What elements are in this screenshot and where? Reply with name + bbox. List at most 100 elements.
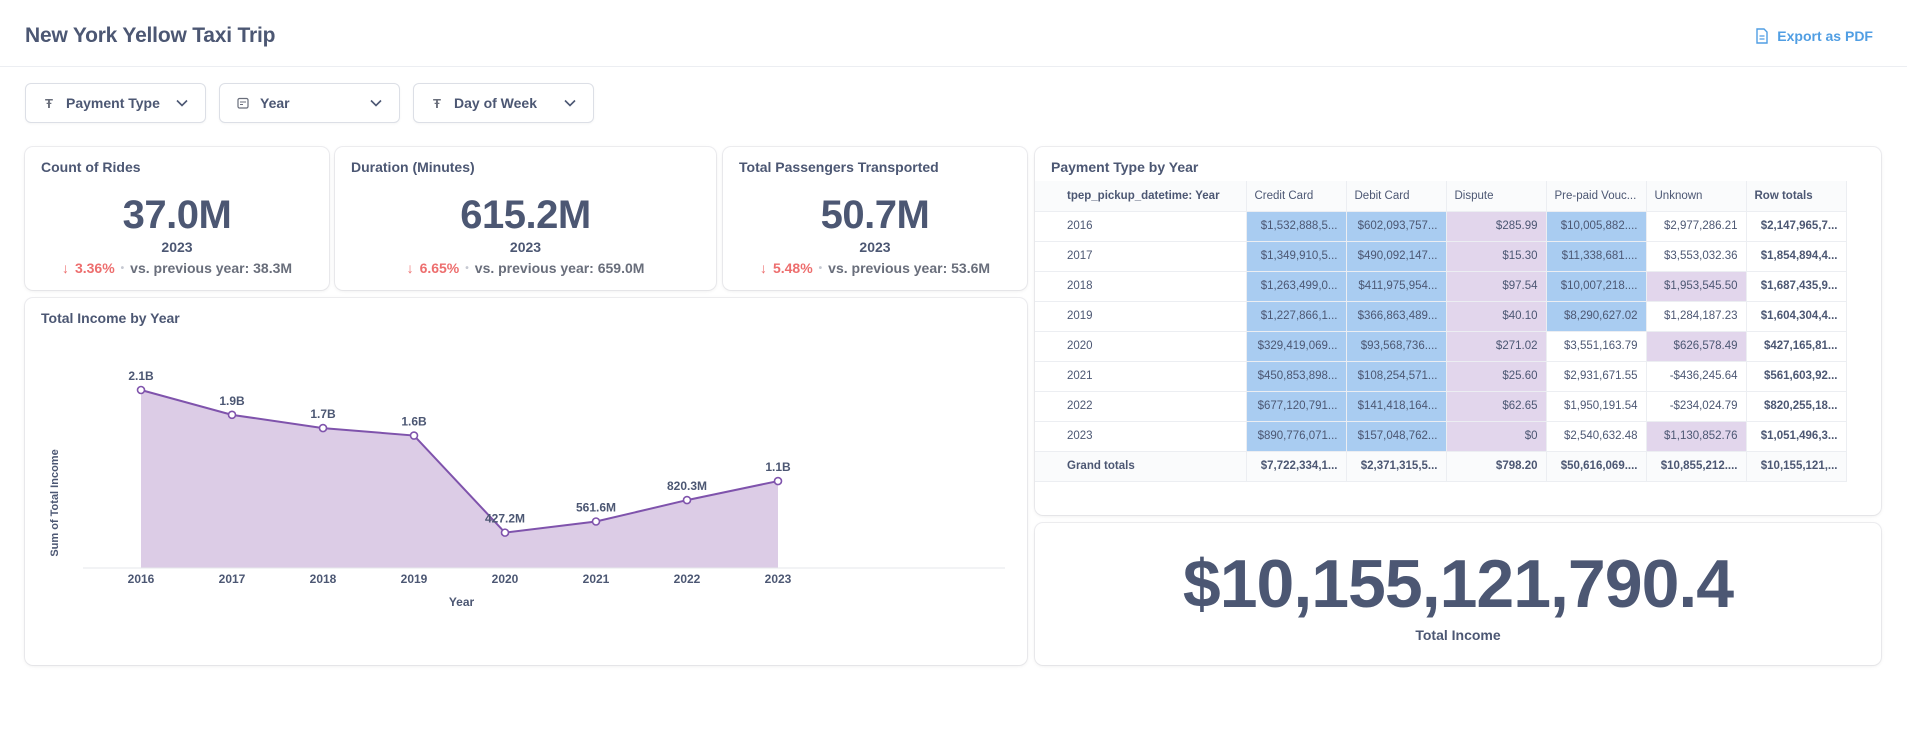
grand-total-cell[interactable]: $798.20 (1446, 451, 1547, 482)
column-header[interactable]: Row totals (1746, 181, 1847, 212)
export-pdf-label: Export as PDF (1777, 28, 1873, 44)
column-header[interactable]: Dispute (1446, 181, 1547, 212)
table-cell[interactable]: $2,931,671.55 (1546, 361, 1647, 392)
column-header[interactable]: Credit Card (1246, 181, 1347, 212)
table-row: 2023 $890,776,071... $157,048,762... $0 $2,5… (1035, 421, 1847, 452)
table-cell[interactable]: $427,165,81... (1746, 331, 1847, 362)
table-cell[interactable]: $2,147,965,7... (1746, 211, 1847, 242)
table-cell[interactable]: $1,953,545.50 (1646, 271, 1747, 302)
kpi-card-passengers[interactable]: Total Passengers Transported 50.7M 2023 … (723, 147, 1027, 290)
table-cell[interactable]: $3,553,032.36 (1646, 241, 1747, 272)
table-cell[interactable]: $271.02 (1446, 331, 1547, 362)
table-cell[interactable]: $1,284,187.23 (1646, 301, 1747, 332)
table-cell[interactable]: $1,227,866,1... (1246, 301, 1347, 332)
table-cell[interactable]: $677,120,791... (1246, 391, 1347, 422)
table-cell[interactable]: $820,255,18... (1746, 391, 1847, 422)
table-cell[interactable]: $97.54 (1446, 271, 1547, 302)
table-cell[interactable]: $141,418,164... (1346, 391, 1447, 422)
kpi-card-duration[interactable]: Duration (Minutes) 615.2M 2023 ↓ 6.65% •… (335, 147, 716, 290)
filter-day-of-week[interactable]: Ŧ Day of Week (413, 83, 594, 123)
table-cell[interactable]: $1,130,852.76 (1646, 421, 1747, 452)
table-cell[interactable]: $25.60 (1446, 361, 1547, 392)
table-cell[interactable]: $890,776,071... (1246, 421, 1347, 452)
chevron-down-icon (564, 99, 576, 107)
table-row: 2019 $1,227,866,1... $366,863,489... $40.10… (1035, 301, 1847, 332)
table-cell[interactable]: -$436,245.64 (1646, 361, 1747, 392)
card-title: Total Passengers Transported (739, 159, 939, 175)
row-year-cell[interactable]: 2020 (1035, 331, 1247, 362)
table-cell[interactable]: -$234,024.79 (1646, 391, 1747, 422)
grand-total-cell[interactable]: $50,616,069.... (1546, 451, 1647, 482)
table-cell[interactable]: $157,048,762... (1346, 421, 1447, 452)
calendar-icon (236, 96, 250, 110)
table-cell[interactable]: $1,263,499,0... (1246, 271, 1347, 302)
data-point (591, 517, 601, 526)
table-cell[interactable]: $3,551,163.79 (1546, 331, 1647, 362)
table-cell[interactable]: $8,290,627.02 (1546, 301, 1647, 332)
separator-dot: • (465, 262, 469, 274)
table-cell[interactable]: $1,532,888,5... (1246, 211, 1347, 242)
grand-total-cell[interactable]: $10,155,121,... (1746, 451, 1847, 482)
data-label: 1.6B (401, 415, 427, 429)
grand-total-cell[interactable]: $7,722,334,1... (1246, 451, 1347, 482)
table-row: 2021 $450,853,898... $108,254,571... $25.60… (1035, 361, 1847, 392)
table-cell[interactable]: $1,349,910,5... (1246, 241, 1347, 272)
total-income-value: $10,155,121,790.4 (1182, 546, 1734, 622)
table-cell[interactable]: $10,007,218.... (1546, 271, 1647, 302)
table-cell[interactable]: $329,419,069... (1246, 331, 1347, 362)
table-cell[interactable]: $1,604,304,4... (1746, 301, 1847, 332)
row-year-cell[interactable]: 2019 (1035, 301, 1247, 332)
table-cell[interactable]: $450,853,898... (1246, 361, 1347, 392)
data-point (409, 431, 419, 440)
table-cell[interactable]: $1,687,435,9... (1746, 271, 1847, 302)
row-year-cell[interactable]: 2023 (1035, 421, 1247, 452)
table-cell[interactable]: $1,051,496,3... (1746, 421, 1847, 452)
filter-year[interactable]: Year (219, 83, 400, 123)
table-cell[interactable]: $366,863,489... (1346, 301, 1447, 332)
row-year-cell[interactable]: 2022 (1035, 391, 1247, 422)
table-cell[interactable]: $62.65 (1446, 391, 1547, 422)
column-header[interactable]: Pre-paid Vouc... (1546, 181, 1647, 212)
table-cell[interactable]: $93,568,736.... (1346, 331, 1447, 362)
grand-totals-label[interactable]: Grand totals (1035, 451, 1247, 482)
table-cell[interactable]: $40.10 (1446, 301, 1547, 332)
table-cell[interactable]: $2,540,632.48 (1546, 421, 1647, 452)
table-cell[interactable]: $411,975,954... (1346, 271, 1447, 302)
row-year-cell[interactable]: 2021 (1035, 361, 1247, 392)
table-cell[interactable]: $0 (1446, 421, 1547, 452)
row-year-cell[interactable]: 2016 (1035, 211, 1247, 242)
column-header[interactable]: Debit Card (1346, 181, 1447, 212)
table-cell[interactable]: $490,092,147... (1346, 241, 1447, 272)
income-chart-card[interactable]: Total Income by Year 2.1B 2016 1.9B 2017 1.7… (25, 298, 1027, 665)
table-cell[interactable]: $108,254,571... (1346, 361, 1447, 392)
table-cell[interactable]: $602,093,757... (1346, 211, 1447, 242)
row-year-cell[interactable]: 2018 (1035, 271, 1247, 302)
x-tick-label: 2018 (310, 572, 337, 586)
x-tick-label: 2023 (765, 572, 792, 586)
export-pdf-button[interactable]: Export as PDF (1755, 28, 1873, 44)
data-point (773, 476, 783, 486)
table-cell[interactable]: $2,977,286.21 (1646, 211, 1747, 242)
grand-total-cell[interactable]: $2,371,315,5... (1346, 451, 1447, 482)
x-tick-label: 2017 (219, 572, 246, 586)
x-tick-label: 2020 (492, 572, 519, 586)
column-header[interactable]: Unknown (1646, 181, 1747, 212)
table-cell[interactable]: $561,603,92... (1746, 361, 1847, 392)
table-cell[interactable]: $10,005,882.... (1546, 211, 1647, 242)
pivot-table-card[interactable]: Payment Type by Year tpep_pickup_datetim… (1035, 147, 1881, 515)
table-cell[interactable]: $15.30 (1446, 241, 1547, 272)
table-cell[interactable]: $1,854,894,4... (1746, 241, 1847, 272)
header-row-dimension[interactable]: tpep_pickup_datetime: Year (1035, 181, 1247, 212)
total-income-card[interactable]: $10,155,121,790.4 Total Income (1035, 523, 1881, 665)
table-cell[interactable]: $626,578.49 (1646, 331, 1747, 362)
card-title: Duration (Minutes) (351, 159, 475, 175)
grand-total-cell[interactable]: $10,855,212.... (1646, 451, 1747, 482)
row-year-cell[interactable]: 2017 (1035, 241, 1247, 272)
table-cell[interactable]: $285.99 (1446, 211, 1547, 242)
table-cell[interactable]: $11,338,681.... (1546, 241, 1647, 272)
table-header-row: tpep_pickup_datetime: Year Credit Card Deb… (1035, 181, 1847, 212)
filter-payment-type[interactable]: Ŧ Payment Type (25, 83, 206, 123)
table-cell[interactable]: $1,950,191.54 (1546, 391, 1647, 422)
kpi-card-rides[interactable]: Count of Rides 37.0M 2023 ↓ 3.36% • vs. … (25, 147, 329, 290)
kpi-year: 2023 (859, 239, 891, 255)
